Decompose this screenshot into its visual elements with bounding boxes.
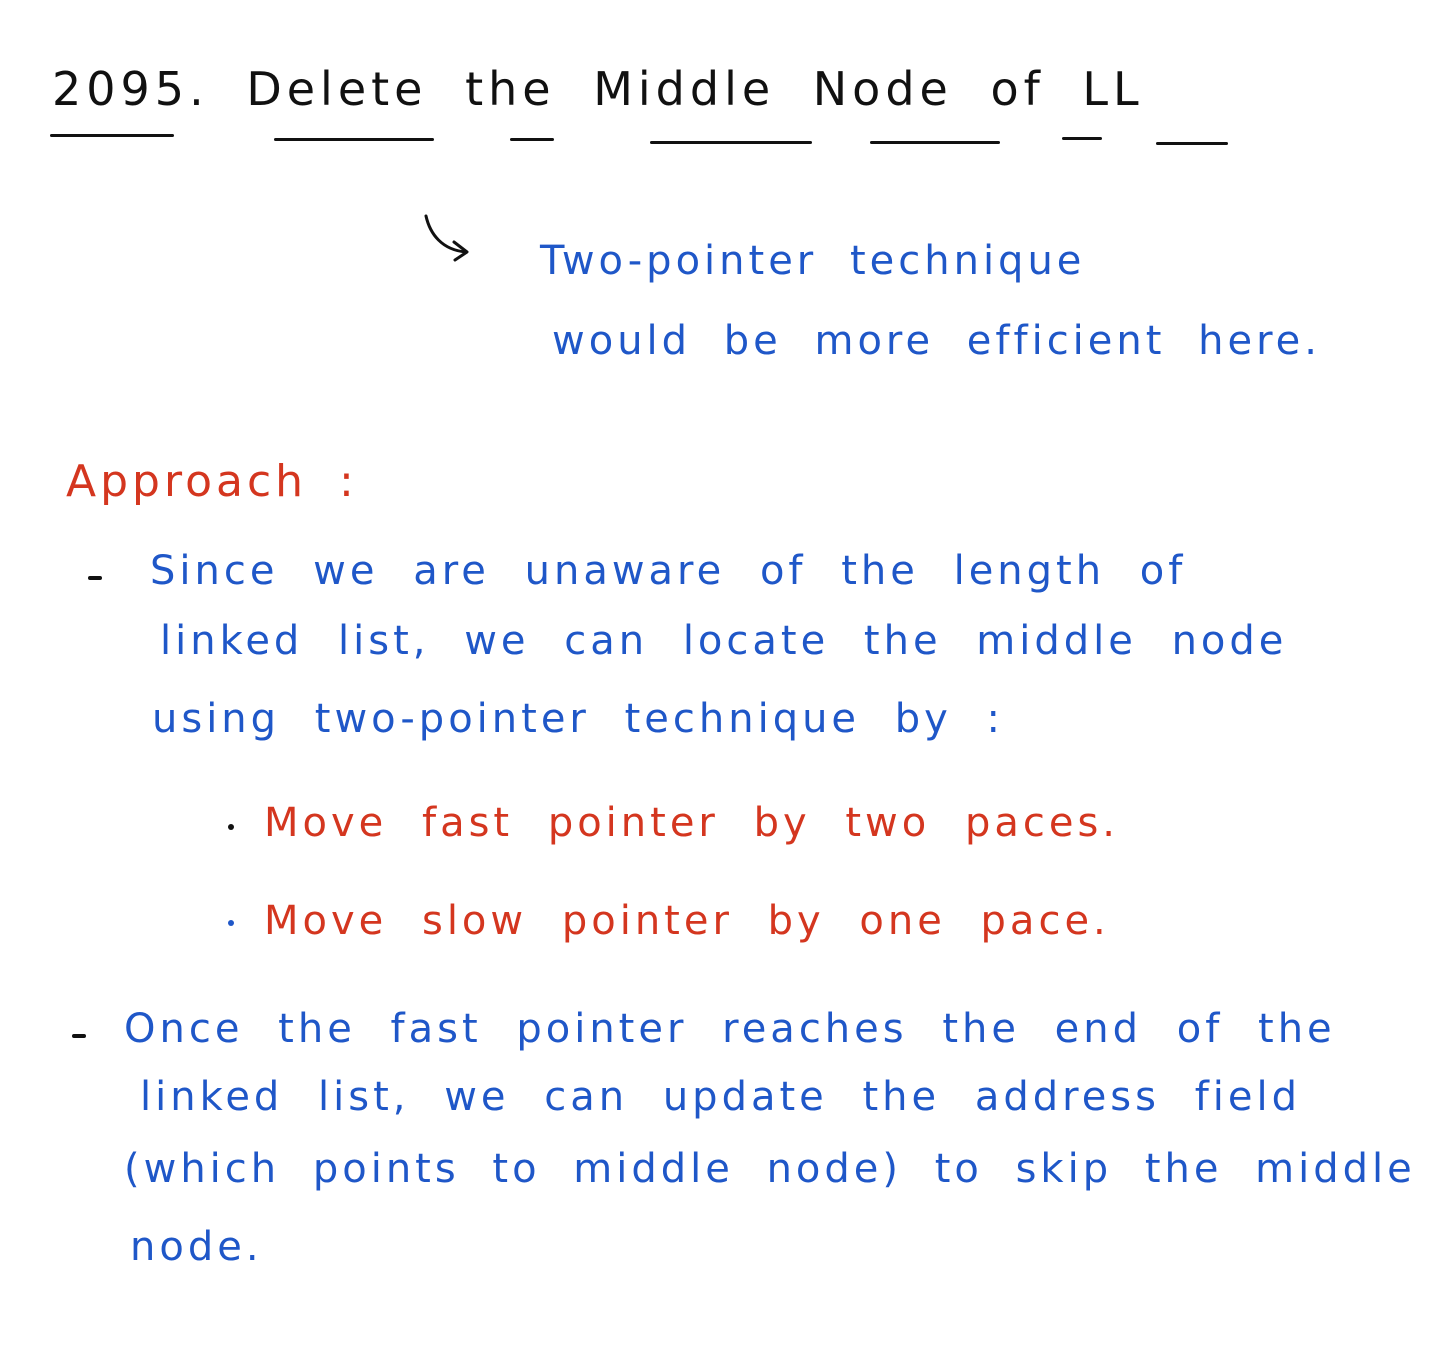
approach-heading: Approach : xyxy=(66,456,358,507)
bullet-dash xyxy=(88,576,102,580)
point2-line-4: node. xyxy=(130,1224,263,1270)
title-underline xyxy=(1156,142,1228,145)
sub-bullet-1: Move fast pointer by two paces. xyxy=(264,800,1120,846)
point2-line-1: Once the fast pointer reaches the end of… xyxy=(124,1006,1336,1052)
curved-arrow-icon xyxy=(424,214,469,262)
note-line-1: Two-pointer technique xyxy=(540,238,1086,284)
note-line-2: would be more efficient here. xyxy=(552,318,1322,364)
page-title: 2095. Delete the Middle Node of LL xyxy=(52,62,1144,116)
sub-bullet-dot xyxy=(228,824,234,830)
problem-title: Delete the Middle Node of LL xyxy=(246,62,1144,116)
title-underline xyxy=(50,134,174,137)
problem-number: 2095. xyxy=(52,62,209,116)
point1-line-2: linked list, we can locate the middle no… xyxy=(160,618,1288,664)
point2-line-2: linked list, we can update the address f… xyxy=(140,1074,1302,1120)
point1-line-1: Since we are unaware of the length of xyxy=(150,548,1187,594)
point2-line-3: (which points to middle node) to skip th… xyxy=(124,1146,1416,1192)
sub-bullet-dot xyxy=(228,920,234,926)
title-underline xyxy=(510,138,554,141)
title-underline xyxy=(1062,137,1102,140)
bullet-dash xyxy=(72,1034,86,1038)
sub-bullet-2: Move slow pointer by one pace. xyxy=(264,898,1110,944)
title-underline xyxy=(870,141,1000,144)
title-underline xyxy=(650,141,812,144)
point1-line-3: using two-pointer technique by : xyxy=(152,696,1005,742)
notebook-page: 2095. Delete the Middle Node of LL Two-p… xyxy=(0,0,1440,1350)
title-underline xyxy=(274,138,434,141)
